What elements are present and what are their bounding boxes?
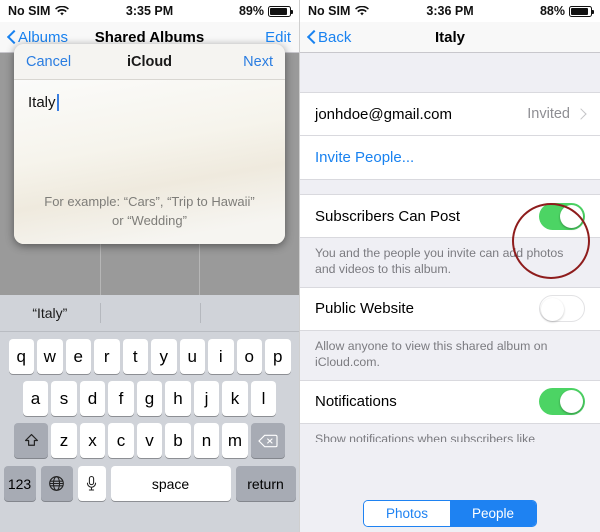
key-d[interactable]: d: [79, 381, 106, 416]
key-h[interactable]: h: [165, 381, 191, 416]
subscriber-email: jonhdoe@gmail.com: [315, 105, 452, 123]
album-name-value: Italy: [28, 94, 56, 111]
notifications-toggle[interactable]: [539, 388, 585, 416]
globe-key[interactable]: [40, 466, 73, 501]
key-n[interactable]: n: [193, 423, 220, 458]
key-i[interactable]: i: [208, 339, 234, 374]
battery-percent-label: 89%: [238, 4, 264, 18]
right-nav-bar: Back Italy: [300, 22, 600, 53]
shift-icon: [23, 432, 40, 449]
key-p[interactable]: p: [265, 339, 291, 374]
key-t[interactable]: t: [122, 339, 148, 374]
battery-icon: [569, 5, 595, 17]
key-q[interactable]: q: [8, 339, 34, 374]
right-status-bar: No SIM 3:36 PM 88%: [300, 0, 600, 22]
key-v[interactable]: v: [136, 423, 163, 458]
dialog-title: iCloud: [126, 53, 173, 70]
numbers-key[interactable]: 123: [3, 466, 36, 501]
page-title: Italy: [434, 28, 465, 46]
invite-people-label: Invite People...: [315, 149, 415, 166]
battery-icon: [268, 5, 294, 17]
key-e[interactable]: e: [65, 339, 91, 374]
key-a[interactable]: a: [22, 381, 49, 416]
notifications-label: Notifications: [315, 393, 397, 411]
subscriber-row[interactable]: jonhdoe@gmail.com Invited: [300, 92, 600, 136]
microphone-icon: [85, 475, 98, 492]
key-f[interactable]: f: [108, 381, 134, 416]
backspace-key[interactable]: [250, 423, 285, 458]
battery-percent-label: 88%: [539, 4, 565, 18]
key-x[interactable]: x: [79, 423, 106, 458]
subscribers-can-post-footnote: You and the people you invite can add ph…: [315, 246, 564, 277]
status-right: 88%: [539, 4, 595, 18]
left-status-bar: No SIM 3:35 PM 89%: [0, 0, 299, 22]
photos-people-segmented-control[interactable]: Photos People: [362, 500, 538, 527]
keyboard-row-3: z x c v b n m: [0, 423, 299, 458]
key-c[interactable]: c: [108, 423, 134, 458]
text-caret: [56, 94, 59, 111]
public-website-footnote: Allow anyone to view this shared album o…: [315, 338, 548, 370]
keyboard-row-4: 123 space return: [0, 466, 299, 501]
subscribers-can-post-row[interactable]: Subscribers Can Post: [300, 194, 600, 238]
dictation-key[interactable]: [77, 466, 106, 501]
status-right: 89%: [238, 4, 294, 18]
backspace-icon: [257, 434, 278, 448]
edit-button[interactable]: Edit: [265, 29, 291, 46]
key-j[interactable]: j: [193, 381, 220, 416]
globe-icon: [48, 475, 65, 492]
prediction-bar: “Italy”: [0, 295, 299, 332]
public-website-row[interactable]: Public Website: [300, 286, 600, 331]
key-l[interactable]: l: [250, 381, 277, 416]
dialog-toolbar: Cancel iCloud Next: [14, 44, 285, 80]
shared-album-settings-list: jonhdoe@gmail.com Invited Invite People.…: [300, 53, 600, 532]
dual-phone-screenshot: No SIM 3:35 PM 89% Albums Shared Albums …: [0, 0, 600, 532]
key-s[interactable]: s: [51, 381, 77, 416]
segment-photos[interactable]: Photos: [363, 501, 450, 526]
key-m[interactable]: m: [222, 423, 248, 458]
public-website-toggle[interactable]: [539, 295, 585, 323]
album-name-input[interactable]: Italy: [28, 94, 59, 111]
subscribers-can-post-label: Subscribers Can Post: [315, 207, 461, 225]
bottom-segmented-control-wrap: Photos People: [300, 500, 600, 527]
subscribers-can-post-toggle[interactable]: [539, 202, 585, 230]
return-key[interactable]: return: [235, 466, 296, 501]
notifications-row[interactable]: Notifications: [300, 379, 600, 424]
key-o[interactable]: o: [236, 339, 262, 374]
key-k[interactable]: k: [222, 381, 248, 416]
key-y[interactable]: y: [151, 339, 177, 374]
page-title: Shared Albums: [94, 28, 205, 46]
segment-people[interactable]: People: [449, 501, 537, 526]
icloud-name-dialog: Cancel iCloud Next Italy For example: “C…: [14, 44, 285, 244]
invite-people-row[interactable]: Invite People...: [300, 136, 600, 180]
key-b[interactable]: b: [165, 423, 191, 458]
space-key[interactable]: space: [110, 466, 231, 501]
dialog-hint-text: For example: “Cars”, “Trip to Hawaii” or…: [44, 194, 255, 228]
subscriber-status: Invited: [527, 106, 570, 122]
keyboard-row-1: q w e r t y u i o p: [0, 339, 299, 374]
left-phone-panel: No SIM 3:35 PM 89% Albums Shared Albums …: [0, 0, 300, 532]
key-z[interactable]: z: [51, 423, 77, 458]
right-phone-panel: No SIM 3:36 PM 88% Back Italy jonhdoe@gm…: [300, 0, 600, 532]
software-keyboard: “Italy” q w e r t y u i o p a s d f g h …: [0, 295, 299, 532]
key-r[interactable]: r: [94, 339, 120, 374]
key-g[interactable]: g: [136, 381, 163, 416]
key-u[interactable]: u: [179, 339, 205, 374]
public-website-label: Public Website: [315, 300, 414, 318]
dialog-body[interactable]: Italy For example: “Cars”, “Trip to Hawa…: [14, 80, 285, 244]
chevron-right-icon: [577, 108, 585, 121]
shift-key[interactable]: [14, 423, 49, 458]
key-w[interactable]: w: [37, 339, 63, 374]
keyboard-row-2: a s d f g h j k l: [0, 381, 299, 416]
prediction-slot-1[interactable]: “Italy”: [0, 305, 100, 321]
notifications-footnote: Show notifications when subscribers like: [315, 431, 536, 442]
